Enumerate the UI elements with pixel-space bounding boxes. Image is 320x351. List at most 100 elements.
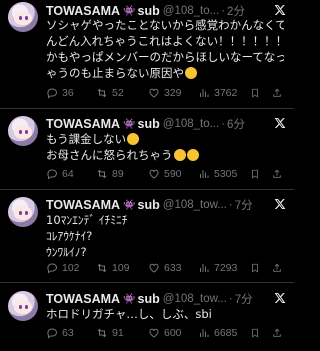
timestamp[interactable]: 7分 [235,291,253,307]
display-name[interactable]: TOWASAMA [46,292,120,306]
timestamp[interactable]: 7分 [235,197,253,213]
reply-button[interactable]: 102 [46,262,96,274]
retweet-button[interactable]: 89 [96,168,148,180]
reply-button[interactable]: 64 [46,168,96,180]
alien-badge-icon: 👾 [123,293,136,305]
heart-icon [149,169,159,179]
tweet-text: ソシャゲやったことないから感覚わかんなくてど んどん入れちゃうこれはよくない！！… [46,17,284,81]
heart-icon [149,263,159,273]
views-chart-icon [200,264,209,272]
retweet-button[interactable]: 52 [96,87,148,99]
views-button[interactable]: 5305 [198,168,250,180]
avatar[interactable] [8,2,38,32]
bookmark-button[interactable] [250,327,264,339]
x-logo-icon [274,5,286,15]
x-logo-icon [274,118,286,128]
bookmark-button[interactable] [250,262,264,274]
user-handle[interactable]: @108_tow... [163,199,227,211]
timestamp[interactable]: 6分 [227,116,245,132]
alien-badge-icon: 👾 [123,5,136,17]
reply-button[interactable]: 36 [46,87,96,99]
share-button[interactable] [272,168,286,180]
retweet-count: 91 [112,327,124,339]
like-button[interactable]: 633 [148,262,198,274]
tweet-text: ホロドリガチャ…し、しぶ、sbi [46,306,284,322]
tweet-text-line-with-emoji: お母さんに怒られちゃう [46,147,284,163]
tweet-text-line: ソシャゲやったことないから感覚わかんなくてど [46,18,284,32]
views-count: 5305 [214,168,238,180]
crying-face-icon [173,149,186,161]
tweet[interactable]: TOWASAMA 👾 sub @108_to... · 2分 ソシャゲやったこと… [0,0,294,109]
user-handle[interactable]: @108_to... [163,5,219,17]
reply-count: 63 [62,327,74,339]
action-bar: 63 91 600 6685 [46,326,286,340]
reply-icon [47,88,57,99]
reply-count: 102 [62,262,80,274]
avatar[interactable] [8,116,38,146]
x-logo-icon [274,199,286,209]
user-handle[interactable]: @108_tow... [163,293,227,305]
tweet-text: もう課金しない お母さんに怒られちゃう [46,131,284,163]
heart-icon [149,328,159,338]
like-count: 633 [164,262,182,274]
sweat-smile-face-icon [127,133,140,145]
views-button[interactable]: 7293 [198,262,250,274]
views-chart-icon [200,89,209,97]
action-bar: 64 89 590 5305 [46,167,286,181]
reply-button[interactable]: 63 [46,327,96,339]
bookmark-button[interactable] [250,168,264,180]
retweet-icon [97,88,107,98]
like-count: 329 [164,87,182,99]
share-button[interactable] [272,262,286,274]
tweet-text-line: ホロドリガチャ…し、しぶ、sbi [46,307,212,321]
display-name-suffix: sub [137,292,160,306]
reply-icon [47,263,57,274]
tweet-text-line: んどん入れちゃうこれはよくない！！！！！！し [46,34,284,48]
like-button[interactable]: 590 [148,168,198,180]
display-name[interactable]: TOWASAMA [46,198,120,212]
tweet-text: 10ﾏﾝｴﾝﾃﾞ ｲﾁﾐﾆﾁ ｺﾚｱｳｹﾅｲ? ｳﾝﾜﾙｲﾉ? [46,212,284,260]
avatar[interactable] [8,291,38,321]
views-count: 3762 [214,87,238,99]
retweet-button[interactable]: 109 [96,262,148,274]
like-button[interactable]: 329 [148,87,198,99]
tweet-text-line: 10ﾏﾝｴﾝﾃﾞ ｲﾁﾐﾆﾁ [46,213,128,227]
tweet-text-line: かもやっぱメンバーのだからほしいなーてなっち [46,50,284,64]
tweet[interactable]: TOWASAMA 👾 sub @108_tow... · 7分 10ﾏﾝｴﾝﾃﾞ… [0,193,294,283]
display-name-suffix: sub [137,198,160,212]
share-button[interactable] [272,87,286,99]
separator-dot: · [228,293,233,305]
reply-count: 64 [62,168,74,180]
action-bar: 102 109 633 7293 [46,261,286,275]
retweet-count: 52 [112,87,124,99]
views-chart-icon [200,329,209,337]
like-count: 590 [164,168,182,180]
reply-icon [47,328,57,339]
user-handle[interactable]: @108_to... [163,118,219,130]
tweet-text-line-with-emoji: もう課金しない [46,131,284,147]
avatar[interactable] [8,197,38,227]
views-button[interactable]: 3762 [198,87,250,99]
tweet[interactable]: TOWASAMA 👾 sub @108_to... · 6分 もう課金しない お… [0,112,294,190]
heart-icon [149,88,159,98]
tweet[interactable]: TOWASAMA 👾 sub @108_tow... · 7分 ホロドリガチャ…… [0,286,294,351]
bookmark-button[interactable] [250,87,264,99]
x-logo-icon [274,293,286,303]
tweet-text-line: お母さんに怒られちゃう [46,148,173,162]
views-button[interactable]: 6685 [198,327,250,339]
display-name-suffix: sub [137,117,160,131]
display-name[interactable]: TOWASAMA [46,4,120,18]
retweet-button[interactable]: 91 [96,327,148,339]
reply-count: 36 [62,87,74,99]
grimacing-face-icon [186,149,199,161]
like-button[interactable]: 600 [148,327,198,339]
bookmark-icon [252,328,258,338]
action-bar: 36 52 329 3762 [46,86,286,100]
display-name[interactable]: TOWASAMA [46,117,120,131]
alien-badge-icon: 👾 [123,118,136,130]
tweet-text-line: ゃうのも止まらない原因や [46,66,184,80]
bookmark-icon [252,169,258,179]
tweet-text-line: ｺﾚｱｳｹﾅｲ? [46,229,93,243]
share-button[interactable] [272,327,286,339]
bookmark-icon [252,263,258,273]
